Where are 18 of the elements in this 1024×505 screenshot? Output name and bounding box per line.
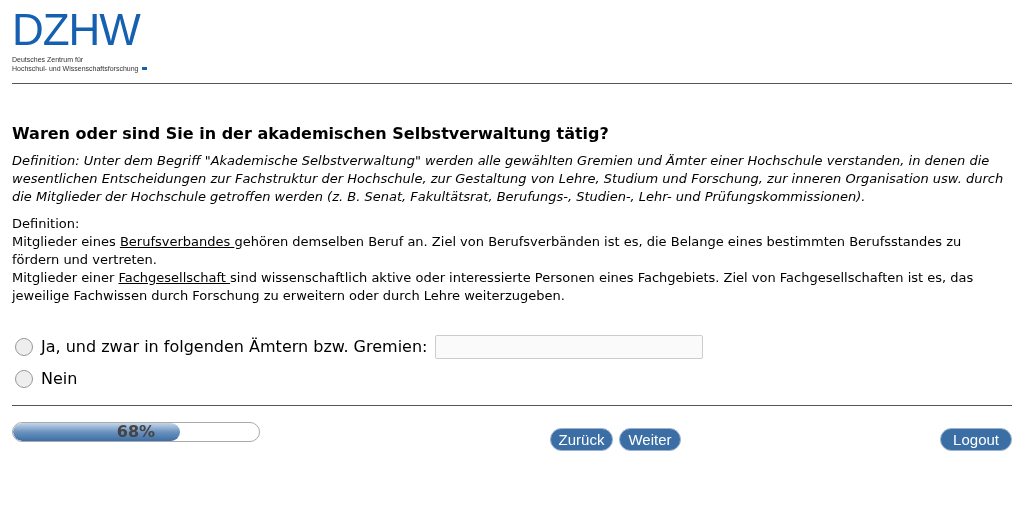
definition-text: Definition: Unter dem Begriff "Akademische Selbstverwaltung" werden alle gewählten Gremien und Ämter einer Hochschule verstanden, in denen die wesentlichen Entscheidungen zur Fachstruktur der Hochschule, zur Gestaltung von Lehre, Studium und Forschung, zur inneren Organisation usw. durch die Mitglieder der Hochschule getroffen werden (z. B. Senat, Fakultätsrat, Berufungs-, Studien-, Lehr- und Prüfungskommissionen). [12, 152, 1005, 206]
note-paragraph: Mitglieder eines Berufsverbandes gehören demselben Beruf an. Ziel von Berufsverbänden ist es, die Belange eines bestimmten Berufsstandes zu fördern und vertreten. [12, 233, 963, 269]
back-button[interactable]: Zurück [549, 428, 614, 451]
question-title: Waren oder sind Sie in der akademischen Selbstverwaltung tätig? [12, 123, 610, 145]
note-paragraph: Mitglieder einer Fachgesellschaft sind wissenschaftlich aktive oder interessierte Personen eines Fachgebiets. Ziel von Fachgesellschaften ist es, das jeweilige Fachwissen durch Forschung zu erweitern oder durch Lehre weiterzugeben. [12, 269, 975, 305]
radio-button[interactable] [15, 370, 33, 388]
option-label: Ja, und zwar in folgenden Ämtern bzw. Gremien: [41, 336, 428, 358]
next-button[interactable]: Weiter [619, 428, 681, 451]
term-link[interactable]: Berufsverbandes [119, 234, 235, 249]
square-icon [142, 67, 148, 70]
option-label: Nein [41, 368, 78, 390]
note-heading: Definition: [12, 215, 81, 233]
progress-label: 68% [115, 423, 157, 441]
radio-button[interactable] [15, 338, 33, 356]
logo-mark: DZHW [12, 10, 140, 50]
input-field[interactable] [435, 335, 704, 359]
logout-button[interactable]: Logout [940, 428, 1012, 451]
term-link[interactable]: Fachgesellschaft [118, 270, 231, 285]
